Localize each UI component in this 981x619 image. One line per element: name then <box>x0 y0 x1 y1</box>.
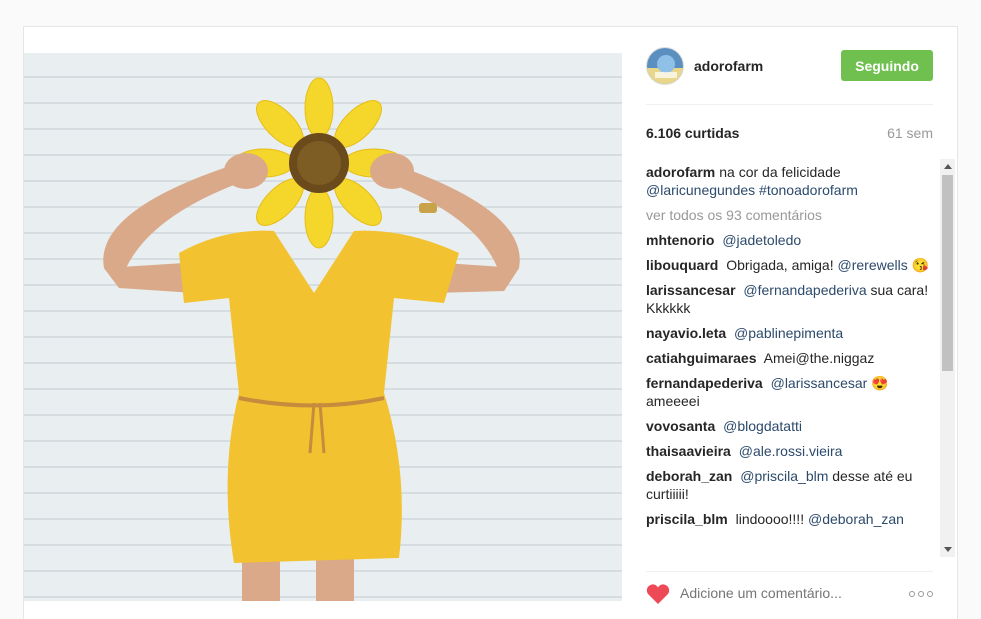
comment-mention[interactable]: @ale.rossi.vieira <box>739 443 843 459</box>
likes-count[interactable]: 6.106 curtidas <box>646 125 739 141</box>
caption-text: na cor da felicidade <box>719 164 841 180</box>
heart-icon[interactable] <box>646 583 670 605</box>
comment-item: deborah_zan @priscila_blm desse até eu c… <box>646 467 936 503</box>
comment-item: thaisaavieira @ale.rossi.vieira <box>646 442 936 460</box>
comment-mention[interactable]: @larissancesar <box>771 375 868 391</box>
comment-mention[interactable]: @deborah_zan <box>808 511 904 527</box>
comment-username[interactable]: priscila_blm <box>646 511 728 527</box>
post-footer <box>646 571 933 611</box>
post-sidebar: adorofarm Seguindo 6.106 curtidas 61 sem… <box>622 27 959 619</box>
dot <box>927 591 933 597</box>
comment-username[interactable]: larissancesar <box>646 282 736 298</box>
comment-username[interactable]: mhtenorio <box>646 232 714 248</box>
dot <box>909 591 915 597</box>
comment-text: lindoooo!!!! <box>735 511 805 527</box>
comment-text: Obrigada, amiga! <box>726 257 834 273</box>
caption: adorofarm na cor da felicidade @laricuneg… <box>646 163 936 199</box>
comment-username[interactable]: fernandapederiva <box>646 375 763 391</box>
comment-item: nayavio.leta @pablinepimenta <box>646 324 936 342</box>
comments-scrollbar[interactable] <box>940 159 955 557</box>
comments-list: adorofarm na cor da felicidade @laricuneg… <box>646 163 936 557</box>
avatar-image <box>647 48 683 84</box>
username-link[interactable]: adorofarm <box>694 58 763 74</box>
comment-tail: 😘 <box>911 257 930 273</box>
caption-tags[interactable]: @laricunegundes #tonoadorofarm <box>646 182 858 198</box>
comment-text: Amei@the.niggaz <box>763 350 875 366</box>
dot <box>918 591 924 597</box>
comment-username[interactable]: catiahguimaraes <box>646 350 757 366</box>
comment-username[interactable]: thaisaavieira <box>646 443 731 459</box>
comment-username[interactable]: deborah_zan <box>646 468 732 484</box>
add-comment-input[interactable] <box>680 585 900 601</box>
comment-item: vovosanta @blogdatatti <box>646 417 936 435</box>
comment-username[interactable]: nayavio.leta <box>646 325 726 341</box>
comment-item: fernandapederiva @larissancesar 😍 ameeee… <box>646 374 936 410</box>
scroll-thumb[interactable] <box>942 175 953 371</box>
comment-item: larissancesar @fernandapederiva sua cara… <box>646 281 936 317</box>
comment-mention[interactable]: @pablinepimenta <box>734 325 843 341</box>
comment-mention[interactable]: @fernandapederiva <box>743 282 866 298</box>
comment-mention[interactable]: @blogdatatti <box>723 418 802 434</box>
avatar[interactable] <box>646 47 684 85</box>
post-card: adorofarm Seguindo 6.106 curtidas 61 sem… <box>23 26 958 619</box>
comment-item: priscila_blm lindoooo!!!! @deborah_zan <box>646 510 936 528</box>
comment-username[interactable]: libouquard <box>646 257 718 273</box>
post-header: adorofarm Seguindo <box>646 47 933 105</box>
comment-item: mhtenorio @jadetoledo <box>646 231 936 249</box>
comment-item: catiahguimaraes Amei@the.niggaz <box>646 349 936 367</box>
caption-username[interactable]: adorofarm <box>646 164 715 180</box>
following-button[interactable]: Seguindo <box>841 50 933 81</box>
comment-mention[interactable]: @jadetoledo <box>722 232 801 248</box>
post-stats: 6.106 curtidas 61 sem <box>646 125 933 145</box>
comment-item: libouquard Obrigada, amiga! @rerewells 😘 <box>646 256 936 274</box>
comment-username[interactable]: vovosanta <box>646 418 715 434</box>
scroll-down-arrow-icon[interactable] <box>944 547 952 552</box>
more-options-icon[interactable] <box>909 591 933 597</box>
photo-illustration <box>24 53 622 601</box>
post-age[interactable]: 61 sem <box>887 125 933 141</box>
view-all-comments-link[interactable]: ver todos os 93 comentários <box>646 206 936 224</box>
comment-rows: mhtenorio @jadetoledo libouquard Obrigad… <box>646 231 936 528</box>
comment-mention[interactable]: @priscila_blm <box>740 468 828 484</box>
post-photo[interactable] <box>24 53 622 601</box>
scroll-up-arrow-icon[interactable] <box>944 164 952 169</box>
comment-mention[interactable]: @rerewells <box>838 257 908 273</box>
